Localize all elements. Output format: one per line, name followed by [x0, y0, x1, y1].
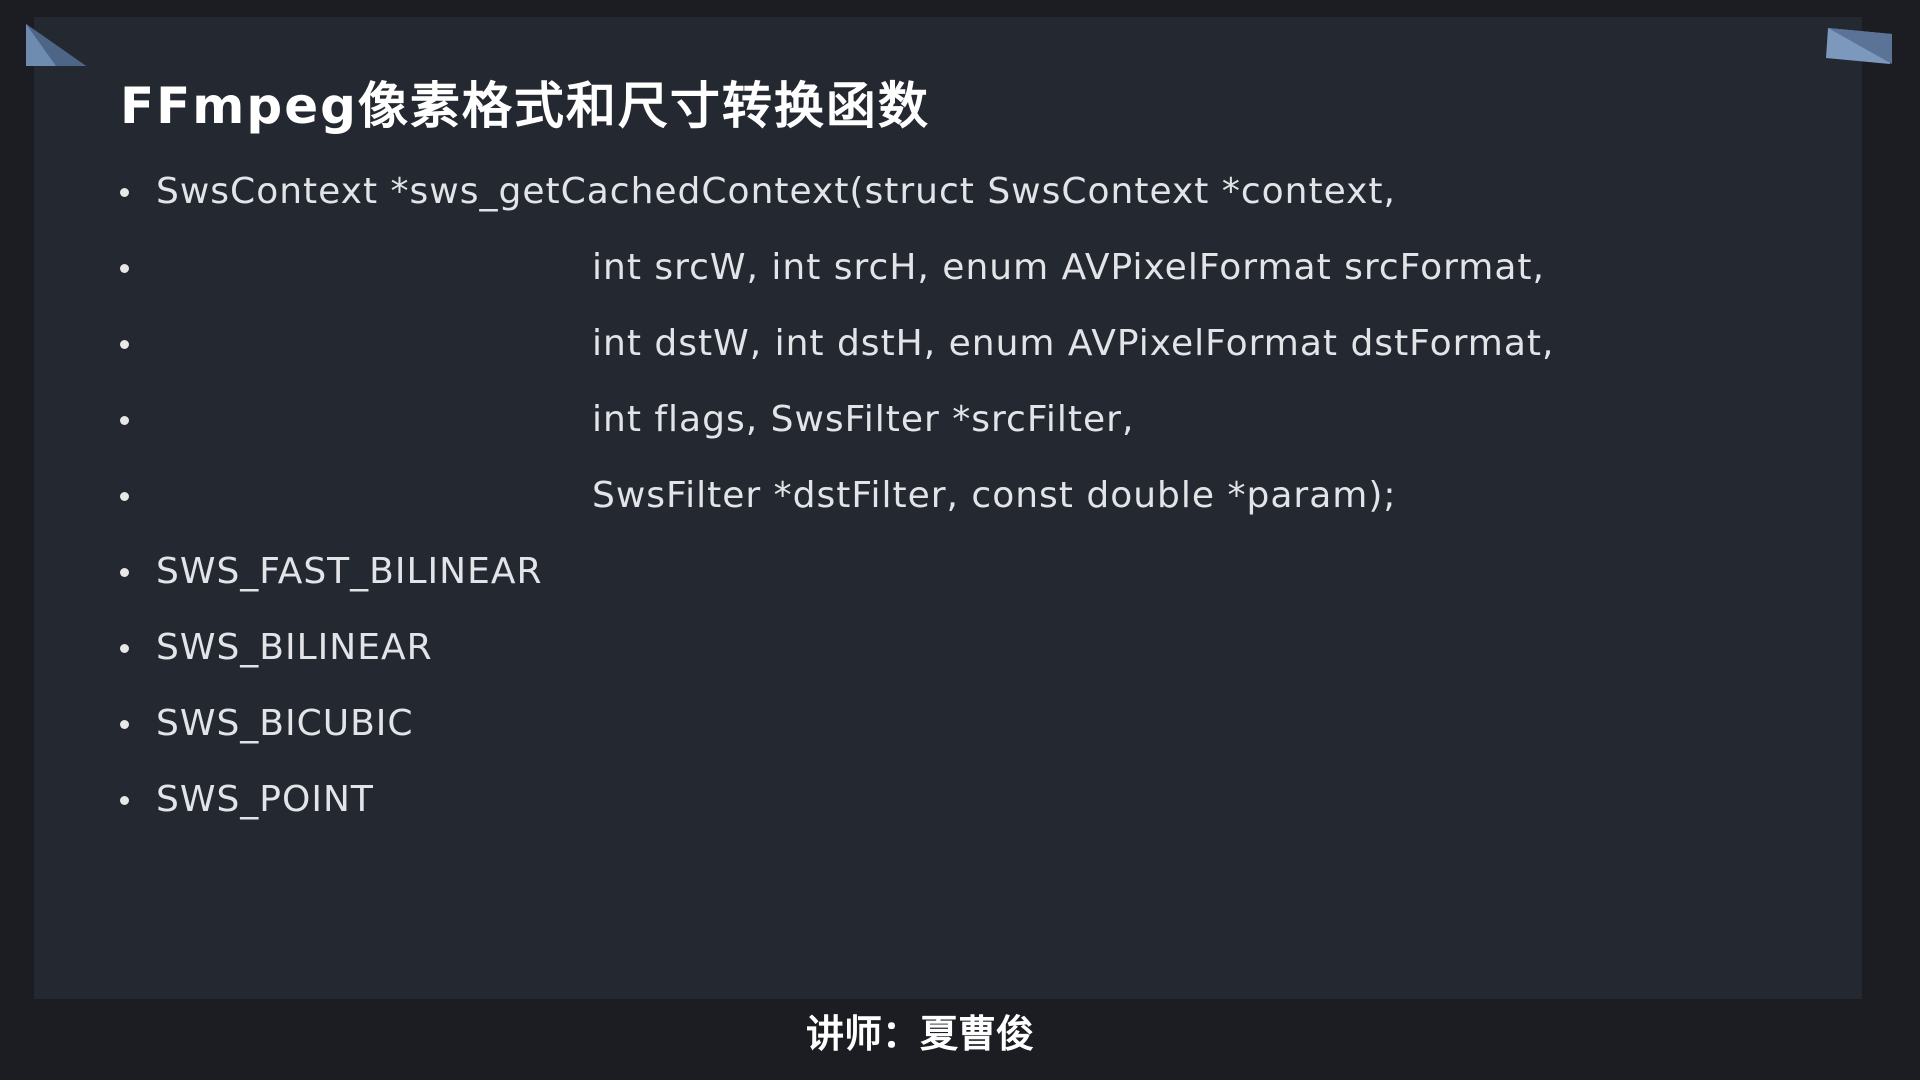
- bullet-dot-icon: [120, 568, 129, 577]
- bullet-text: int dstW, int dstH, enum AVPixelFormat d…: [592, 323, 1555, 364]
- speaker-caption: 讲师：夏曹俊: [805, 1012, 1034, 1056]
- bullet-text: SWS_BICUBIC: [156, 703, 414, 744]
- corner-fold-top-left: [26, 24, 86, 66]
- bullet-dot-icon: [120, 720, 129, 729]
- bullet-dot-icon: [120, 340, 129, 349]
- bullet-dot-icon: [120, 416, 129, 425]
- bullet-text: SWS_POINT: [156, 779, 374, 820]
- bullet-dot-icon: [120, 492, 129, 501]
- bullet-text: SwsFilter *dstFilter, const double *para…: [592, 475, 1397, 516]
- bullet-dot-icon: [120, 188, 129, 197]
- bullet-text: SWS_FAST_BILINEAR: [156, 551, 543, 592]
- bullet-dot-icon: [120, 264, 129, 273]
- video-frame: FFmpeg像素格式和尺寸转换函数 SwsContext *sws_getCac…: [0, 0, 1920, 1080]
- slide-title: FFmpeg像素格式和尺寸转换函数: [120, 77, 930, 135]
- bullet-text: SWS_BILINEAR: [156, 627, 433, 668]
- bullet-text: int flags, SwsFilter *srcFilter,: [592, 399, 1135, 440]
- bullet-dot-icon: [120, 796, 129, 805]
- bullet-text: int srcW, int srcH, enum AVPixelFormat s…: [592, 247, 1545, 288]
- corner-fold-top-right: [1826, 28, 1892, 64]
- bullet-dot-icon: [120, 644, 129, 653]
- bullet-text: SwsContext *sws_getCachedContext(struct …: [156, 171, 1396, 212]
